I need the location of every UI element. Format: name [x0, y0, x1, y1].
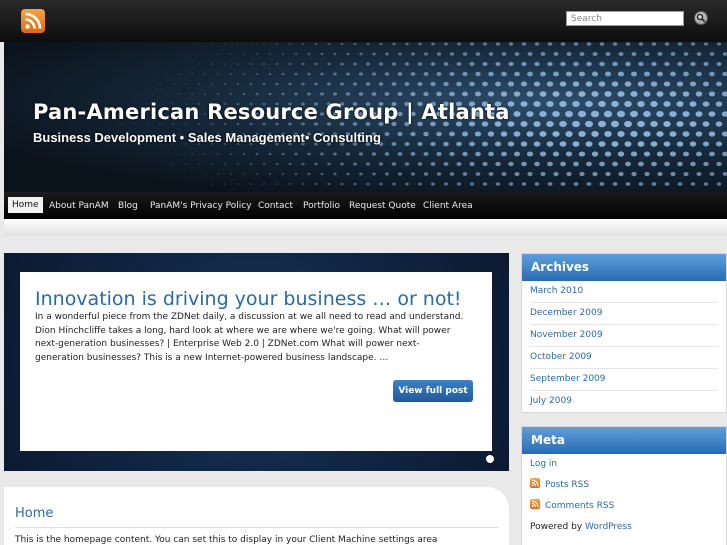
- rss-feed-icon[interactable]: [21, 9, 45, 33]
- archive-link[interactable]: December 2009: [530, 303, 718, 325]
- nav-item-client-area[interactable]: Client Area: [423, 201, 473, 211]
- archive-link[interactable]: September 2009: [530, 369, 718, 391]
- search-button[interactable]: [694, 11, 708, 25]
- posts-rss-row: Posts RSS: [530, 475, 718, 496]
- header-banner: Pan-American Resource Group | Atlanta Bu…: [4, 42, 727, 192]
- home-content: Home This is the homepage content. You c…: [4, 487, 509, 545]
- divider: [15, 527, 498, 528]
- comments-rss-row: Comments RSS: [530, 496, 718, 517]
- nav-item-request-quote[interactable]: Request Quote: [349, 201, 416, 211]
- search-input[interactable]: [566, 11, 684, 26]
- nav-subbar: [4, 219, 727, 236]
- site-title[interactable]: Pan-American Resource Group | Atlanta: [33, 100, 510, 124]
- featured-post-card: Innovation is driving your business … or…: [20, 272, 492, 451]
- top-bar: [0, 0, 727, 42]
- archive-link[interactable]: July 2009: [530, 391, 718, 412]
- meta-widget: Meta Log in Posts RSS Comments RSS Power…: [521, 426, 727, 545]
- archives-widget-title: Archives: [522, 254, 726, 281]
- wordpress-link[interactable]: WordPress: [585, 522, 632, 532]
- meta-widget-title: Meta: [522, 427, 726, 454]
- archive-link[interactable]: October 2009: [530, 347, 718, 369]
- site-tagline: Business Development • Sales Management•…: [33, 130, 381, 145]
- nav-item-privacy[interactable]: PanAM's Privacy Policy: [150, 201, 252, 211]
- rss-icon: [530, 499, 540, 509]
- featured-post-title[interactable]: Innovation is driving your business … or…: [35, 288, 462, 310]
- featured-slider: Innovation is driving your business … or…: [4, 253, 509, 471]
- view-full-post-button[interactable]: View full post: [393, 380, 473, 402]
- nav-item-contact[interactable]: Contact: [258, 201, 293, 211]
- page-content-text: This is the homepage content. You can se…: [15, 535, 438, 545]
- powered-by-text: Powered by: [530, 522, 586, 532]
- slider-pager-dot[interactable]: [486, 455, 494, 463]
- magnifier-icon: [696, 13, 706, 23]
- featured-post-excerpt: In a wonderful piece from the ZDNet dail…: [35, 312, 464, 363]
- archive-link[interactable]: November 2009: [530, 325, 718, 347]
- nav-item-about[interactable]: About PanAM: [49, 201, 109, 211]
- main-nav: Home About PanAM Blog PanAM's Privacy Po…: [4, 192, 727, 219]
- login-link[interactable]: Log in: [530, 454, 718, 475]
- rss-icon: [530, 478, 540, 488]
- comments-rss-link[interactable]: Comments RSS: [545, 501, 614, 511]
- powered-by-row: Powered by WordPress: [530, 517, 718, 538]
- page-title: Home: [15, 506, 54, 521]
- posts-rss-link[interactable]: Posts RSS: [545, 480, 589, 490]
- nav-item-blog[interactable]: Blog: [118, 201, 138, 211]
- archives-widget: Archives March 2010 December 2009 Novemb…: [521, 253, 727, 413]
- archive-link[interactable]: March 2010: [530, 281, 718, 303]
- nav-item-home[interactable]: Home: [8, 197, 43, 213]
- nav-item-portfolio[interactable]: Portfolio: [303, 201, 340, 211]
